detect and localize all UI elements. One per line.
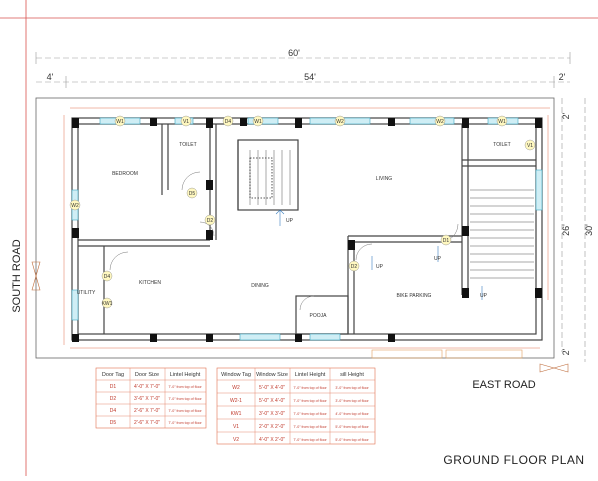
up-label-3: UP — [434, 256, 442, 262]
room-label-dining: DINING — [251, 283, 269, 289]
window-cell: 3'-0" X 3'-0" — [259, 411, 285, 417]
up-label-2: UP — [376, 264, 384, 270]
room-label-bike-parking: BIKE PARKING — [397, 293, 432, 299]
inner-depth-label: 26' — [561, 224, 571, 236]
window-header: sill Height — [340, 372, 364, 378]
window-cell: 3'-0" from top of floor — [335, 399, 369, 403]
window-cell: 4'-0" X 2'-0" — [259, 437, 285, 443]
plot-boundary — [35, 97, 555, 359]
svg-text:W1: W1 — [498, 119, 506, 125]
window-schedule-table: Window Tag Window Size Lintel Height sil… — [216, 367, 376, 445]
window-cell: 5'-0" from top of floor — [335, 438, 369, 442]
left-offset-label: 4' — [47, 72, 54, 82]
up-label-4: UP — [480, 293, 488, 299]
room-label-bedroom: BEDROOM — [112, 171, 138, 177]
windows — [71, 117, 543, 341]
window-cell: 2'-0" X 2'-0" — [259, 424, 285, 430]
window-cell: 7'-0" from top of floor — [293, 438, 327, 442]
up-label-1: UP — [286, 218, 294, 224]
door-cell: 7'-0" from top of floor — [168, 409, 202, 413]
window-cell: KW1 — [231, 411, 242, 417]
door-header: Door Tag — [102, 372, 124, 378]
door-header: Door Size — [135, 372, 159, 378]
svg-text:V1: V1 — [183, 119, 189, 125]
door-cell: D1 — [110, 384, 117, 390]
door-cell: 3'-6" X 7'-0" — [134, 396, 160, 402]
door-cell: 4'-0" X 7'-0" — [134, 384, 160, 390]
right-offset-label: 2' — [559, 72, 566, 82]
stair-arrows — [275, 209, 483, 300]
svg-text:D1: D1 — [443, 238, 450, 244]
stair-well-hatch — [249, 157, 273, 199]
window-header: Window Tag — [221, 372, 251, 378]
svg-text:W2: W2 — [336, 119, 344, 125]
south-road-label: SOUTH ROAD — [11, 239, 23, 312]
svg-text:D5: D5 — [189, 191, 196, 197]
stair-treads — [249, 150, 534, 279]
inner-width-label: 54' — [304, 72, 316, 82]
window-cell: W2-1 — [230, 398, 242, 404]
window-cell: V2 — [233, 437, 239, 443]
room-label-utility: UTILITY — [77, 290, 96, 296]
window-cell: 7'-0" from top of floor — [293, 425, 327, 429]
window-cell: 7'-0" from top of floor — [293, 399, 327, 403]
overall-depth-label: 30' — [584, 224, 594, 236]
door-cell: 2'-6" X 7'-0" — [134, 420, 160, 426]
door-cell: 7'-0" from top of floor — [168, 385, 202, 389]
door-cell: D4 — [110, 408, 117, 414]
road-marker-east — [539, 363, 569, 373]
svg-text:D4: D4 — [104, 274, 111, 280]
door-cell: 7'-0" from top of floor — [168, 421, 202, 425]
window-cell: 5'-0" from top of floor — [335, 425, 369, 429]
door-cell: D2 — [110, 396, 117, 402]
svg-text:W1: W1 — [116, 119, 124, 125]
drawing-title: GROUND FLOOR PLAN — [443, 453, 584, 467]
svg-text:D2: D2 — [207, 218, 214, 224]
window-header: Lintel Height — [295, 372, 326, 378]
window-header: Window Size — [256, 372, 288, 378]
svg-text:W2: W2 — [71, 203, 79, 209]
door-cell: 7'-0" from top of floor — [168, 397, 202, 401]
window-cell: 7'-0" from top of floor — [293, 412, 327, 416]
room-label-toilet-1: TOILET — [179, 142, 196, 148]
window-cell: 3'-0" from top of floor — [335, 386, 369, 390]
top-right-offset-label: 2' — [561, 112, 571, 119]
window-cell: V1 — [233, 424, 239, 430]
svg-text:W1: W1 — [254, 119, 262, 125]
room-label-kitchen: KITCHEN — [139, 280, 161, 286]
east-road-label: EAST ROAD — [472, 379, 535, 391]
svg-text:D4: D4 — [225, 119, 232, 125]
window-cell: 5'-0" X 4'-0" — [259, 385, 285, 391]
window-cell: 7'-0" from top of floor — [293, 386, 327, 390]
walls — [71, 117, 543, 341]
door-header: Lintel Height — [170, 372, 201, 378]
room-label-living: LIVING — [376, 176, 393, 182]
svg-text:D2: D2 — [351, 264, 358, 270]
svg-text:V1: V1 — [527, 143, 533, 149]
drawing-sheet: 60' 4' 54' 2' 2' 26' 30' 2' W1 V1 D4 W1 … — [0, 0, 598, 476]
window-cell: 5'-0" X 4'-0" — [259, 398, 285, 404]
door-cell: D5 — [110, 420, 117, 426]
window-cell: W2 — [232, 385, 240, 391]
parking-gate — [371, 349, 523, 359]
floor-plan-drawing: 60' 4' 54' 2' 2' 26' 30' 2' W1 V1 D4 W1 … — [0, 0, 598, 476]
overall-width-label: 60' — [288, 48, 300, 58]
svg-text:W2: W2 — [436, 119, 444, 125]
window-cell: 4'-0" from top of floor — [335, 412, 369, 416]
svg-text:KW1: KW1 — [102, 301, 113, 307]
room-label-pooja: POOJA — [310, 313, 328, 319]
door-schedule-table: Door Tag Door Size Lintel Height D1 4'-0… — [95, 367, 207, 429]
bottom-right-offset-label: 2' — [561, 348, 571, 355]
door-cell: 2'-6" X 7'-0" — [134, 408, 160, 414]
room-label-toilet-2: TOILET — [493, 142, 510, 148]
